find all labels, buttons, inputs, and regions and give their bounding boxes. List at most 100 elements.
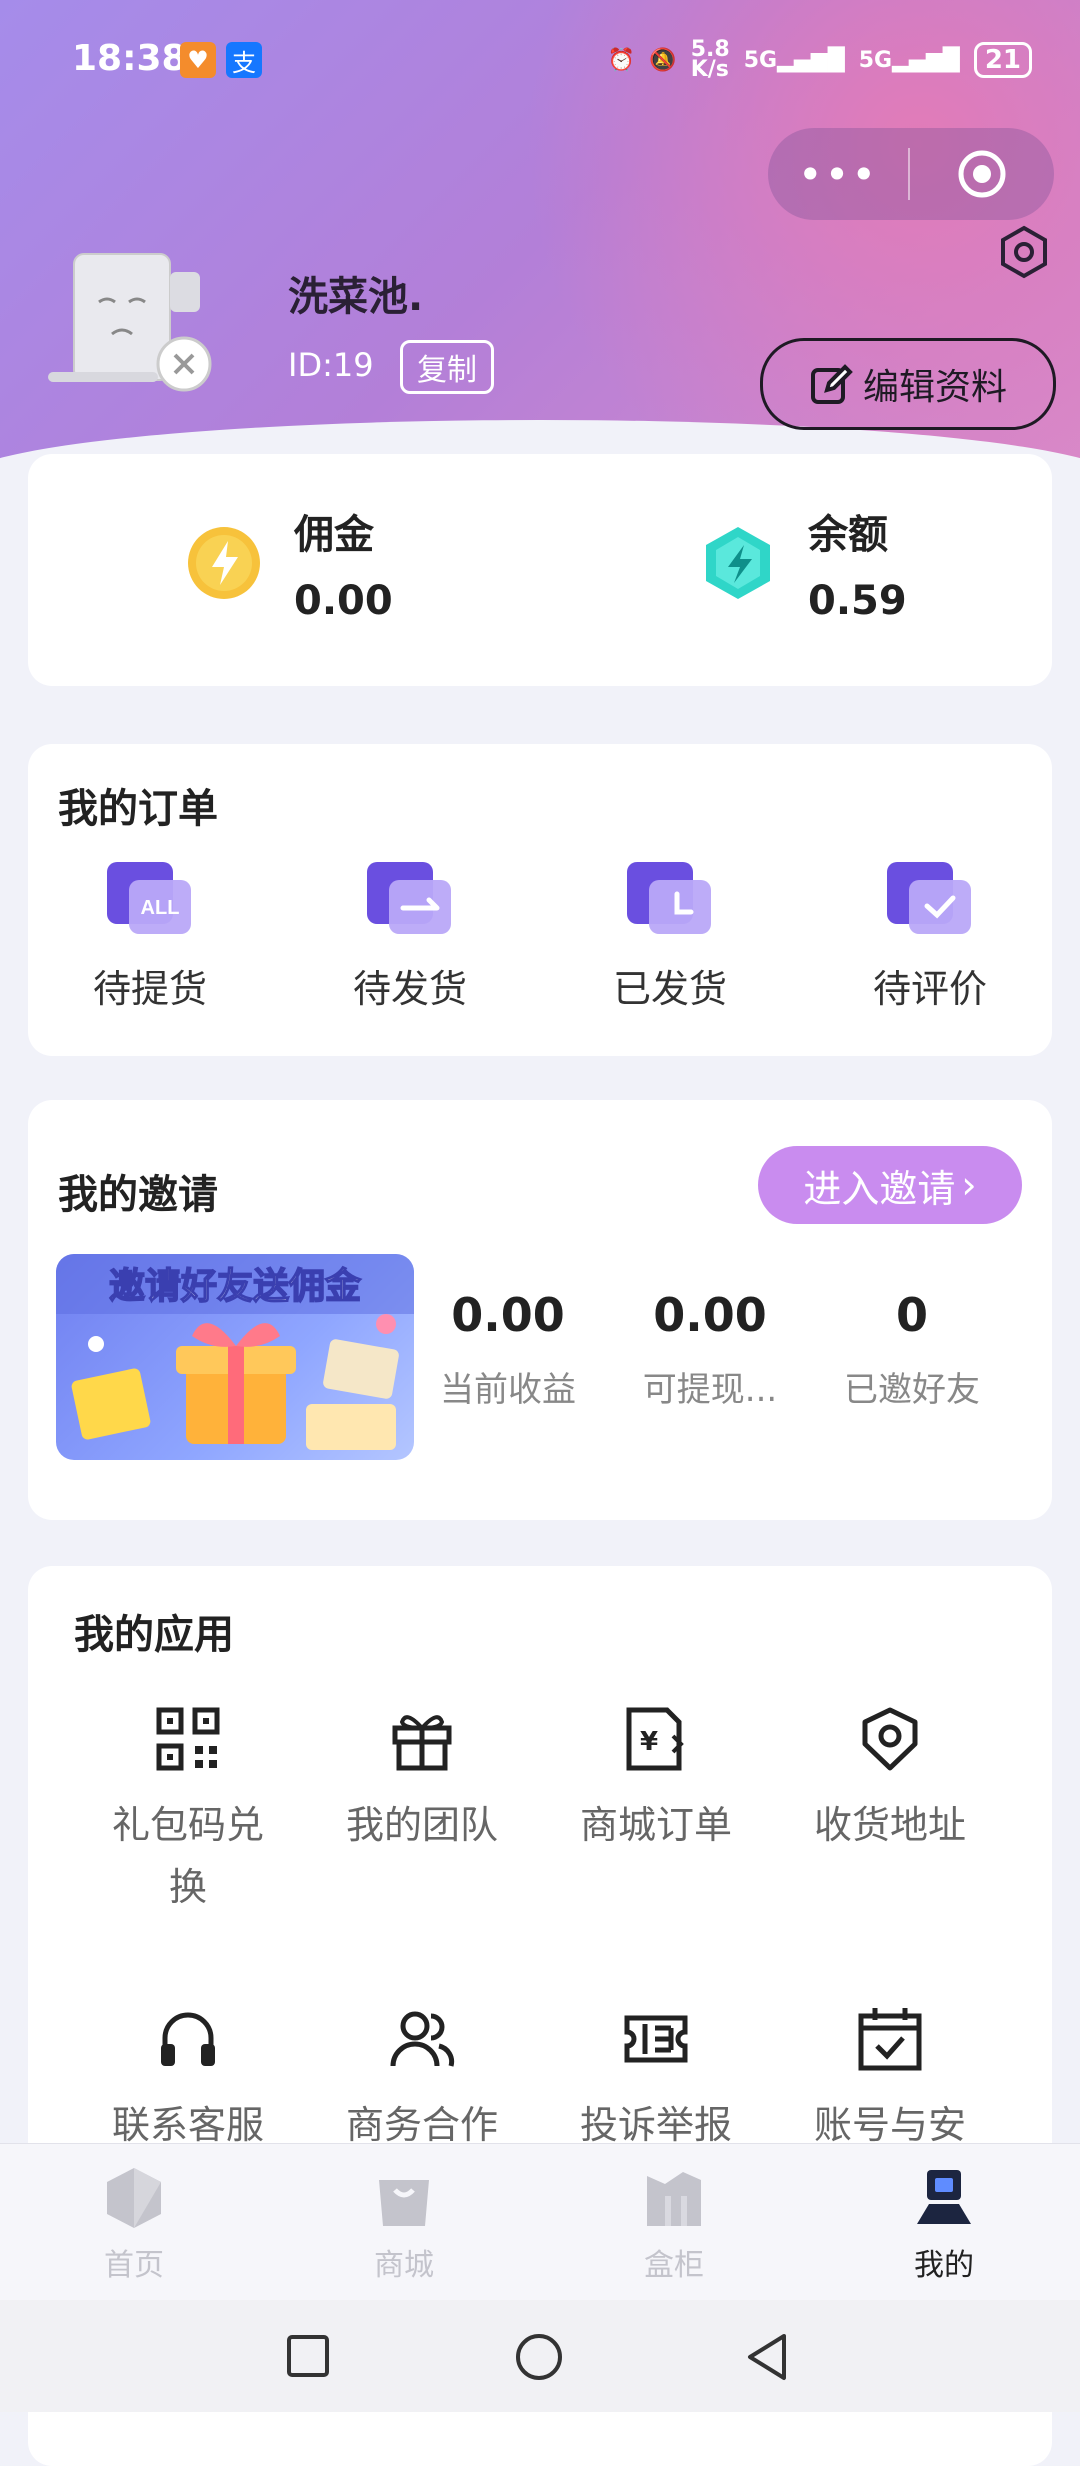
alarm-icon: ⏰ [607,47,636,73]
heart-app-icon: ♥ [180,42,216,78]
balance-item[interactable]: 余额 0.59 [698,502,907,624]
app-mall-orders[interactable]: ¥ 商城订单 [546,1706,766,1856]
edit-profile-label: 编辑资料 [862,367,1007,408]
recent-apps-icon[interactable] [286,2334,330,2378]
location-icon [862,1707,918,1771]
battery-indicator: 21 [973,42,1032,78]
tab-profile[interactable]: 我的 [864,2166,1024,2284]
order-label: 已发货 [612,967,727,1011]
system-nav-bar [0,2300,1080,2412]
calendar-check-icon [858,2008,922,2071]
status-time: 18:38 [72,38,187,79]
settings-hex-icon[interactable] [996,224,1052,284]
tab-shop[interactable]: 商城 [324,2166,484,2284]
enter-invite-label: 进入邀请 [803,1166,956,1211]
apps-title: 我的应用 [74,1612,234,1658]
bottom-tab-bar: 首页 商城 盒柜 我的 [0,2144,1080,2300]
order-pending-pickup[interactable]: ALL 待提货 [50,860,250,1013]
app-label: 收货地址 [813,1803,966,1847]
miniprogram-capsule: ••• [768,128,1054,220]
lightning-coin-icon [188,527,260,599]
order-label: 待评价 [872,967,987,1011]
orders-card: 我的订单 ALL 待提货 待发货 已发货 待评价 [28,744,1052,1056]
tab-label: 首页 [104,2248,164,2283]
status-bar: 18:38 ♥ 支 ⏰ 🔕 5.8 K/s 5G▂▄▆█ 5G▂▄▆█ 21 [0,0,1080,120]
orders-title: 我的订单 [58,786,218,832]
tab-label: 盒柜 [644,2248,704,2283]
app-complaint[interactable]: 投诉举报 [546,2006,766,2156]
cabinet-icon [647,2172,701,2226]
mall-order-icon: ¥ [626,1707,684,1771]
wallet-card: 佣金 0.00 余额 0.59 [28,454,1052,686]
current-earnings: 0.00 当前收益 [418,1288,598,1411]
app-label: 我的团队 [345,1803,498,1847]
ticket-icon [624,2015,688,2063]
svg-text:¥: ¥ [640,1727,658,1757]
app-gift-code[interactable]: 礼包码兑换 [78,1706,298,1918]
enter-invite-button[interactable]: 进入邀请 › [758,1146,1022,1224]
app-account-security[interactable]: 账号与安 [780,2006,1000,2156]
home-circle-icon[interactable] [514,2332,564,2382]
tab-home[interactable]: 首页 [54,2166,214,2284]
user-id: ID:19 [288,346,374,384]
alipay-icon: 支 [226,42,262,78]
app-my-team[interactable]: 我的团队 [312,1706,532,1856]
edit-icon [810,364,853,404]
diamond-gem-icon [706,527,770,599]
order-pending-review[interactable]: 待评价 [830,860,1030,1013]
close-miniprogram-icon[interactable] [910,148,1054,200]
stat-label: 已邀好友 [844,1370,980,1410]
shop-bag-icon [379,2180,429,2226]
profile-icon [917,2170,971,2224]
app-business[interactable]: 商务合作 [312,2006,532,2156]
withdrawable-earnings: 0.00 可提现... [620,1288,800,1411]
invite-title: 我的邀请 [58,1172,218,1218]
more-icon[interactable]: ••• [768,150,908,199]
order-label: 待提货 [92,967,207,1011]
back-icon[interactable] [744,2332,790,2382]
commission-item[interactable]: 佣金 0.00 [184,502,393,624]
headset-icon [161,2012,215,2066]
app-label: 礼包码兑换 [111,1803,264,1909]
copy-id-button[interactable]: 复制 [400,340,494,394]
order-shipped[interactable]: 已发货 [570,860,770,1013]
invite-banner-text: 邀请好友送佣金 [109,1265,362,1307]
username: 洗菜池. [288,274,424,320]
order-pending-ship[interactable]: 待发货 [310,860,510,1013]
qr-code-icon [156,1707,220,1771]
tab-label: 我的 [914,2248,974,2283]
commission-value: 0.00 [294,578,393,624]
review-icon [887,862,971,934]
users-icon [390,2011,455,2067]
commission-label: 佣金 [294,512,374,558]
mute-bell-icon: 🔕 [649,47,677,73]
edit-profile-button[interactable]: 编辑资料 [760,338,1056,430]
stat-value: 0.00 [451,1288,565,1342]
balance-label: 余额 [808,512,888,558]
stat-value: 0 [895,1288,928,1342]
stat-label: 当前收益 [440,1370,576,1410]
tab-cabinet[interactable]: 盒柜 [594,2166,754,2284]
all-orders-icon: ALL [107,862,191,934]
avatar[interactable] [44,242,232,402]
net-speed: 5.8 K/s [690,37,730,82]
app-customer-service[interactable]: 联系客服 [78,2006,298,2156]
invite-banner[interactable]: 邀请好友送佣金 [56,1254,414,1460]
balance-value: 0.59 [808,578,907,624]
home-icon [107,2168,161,2228]
app-address[interactable]: 收货地址 [780,1706,1000,1856]
stat-value: 0.00 [653,1288,767,1342]
all-orders-badge: ALL [141,897,180,919]
shipped-icon [627,862,711,934]
app-label: 商城订单 [579,1803,732,1847]
order-label: 待发货 [352,967,467,1011]
invited-friends: 0 已邀好友 [822,1288,1002,1411]
signal-icon: 5G▂▄▆█ [743,47,845,73]
stat-label: 可提现... [642,1370,778,1410]
chevron-right-icon: › [961,1163,977,1207]
signal-icon: 5G▂▄▆█ [858,47,960,73]
invite-card: 我的邀请 进入邀请 › 邀请好友送佣金 0.00 当前收益 0.00 可提现..… [28,1100,1052,1520]
tab-label: 商城 [374,2248,434,2283]
gift-icon [392,1715,452,1771]
pending-ship-icon [367,862,451,934]
